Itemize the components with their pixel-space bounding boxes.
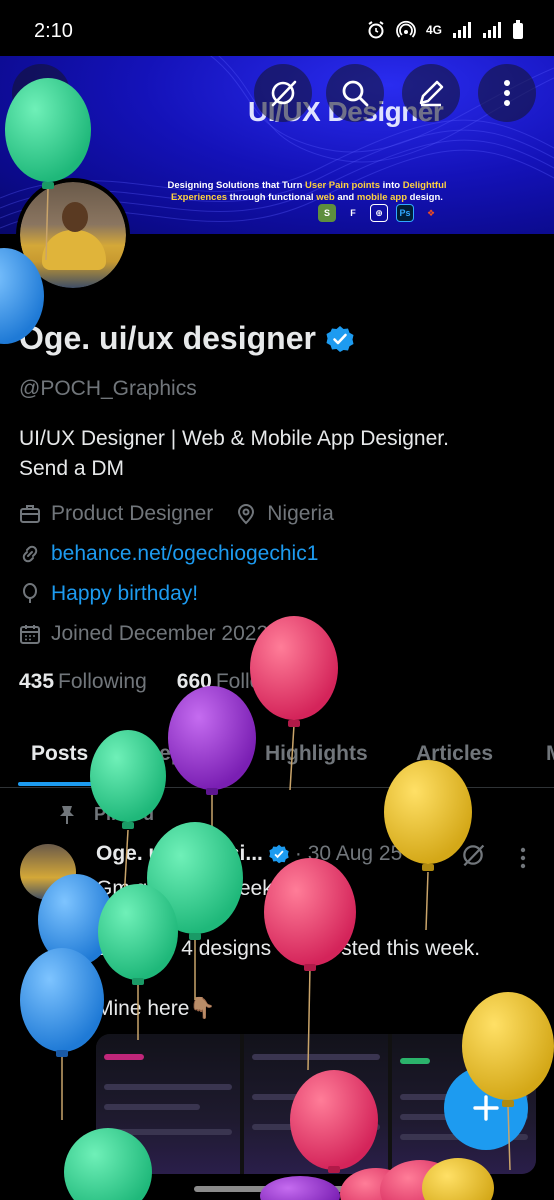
post-date: · 30 Aug 25 [294,842,403,865]
balloon-icon [23,583,37,603]
calendar-icon [20,625,40,644]
back-arrow-icon [29,83,53,103]
search-icon [342,80,369,107]
follow-counts: 435 Following 660 Followers [19,670,306,694]
edit-button[interactable] [402,64,460,122]
chevron-right-icon[interactable]: › [282,622,289,646]
birthday-link[interactable]: Happy birthday! [51,582,198,606]
banner-tools: S F ⊕ Ps ❖ [318,204,440,222]
status-time: 2:10 [34,20,73,42]
framer-logo: F [350,208,356,218]
post-text: Gm guys, It's weekend. Lets see 4 design… [96,877,481,1020]
profile-meta-row-3: Happy birthday! [19,582,198,606]
profile-joined: Joined December 2022 [51,622,269,645]
home-indicator[interactable] [194,1186,360,1192]
network-label: 4G [425,23,442,37]
post-image-2[interactable] [244,1034,388,1174]
profile-avatar[interactable] [16,178,130,292]
location-pin-icon [238,504,255,525]
pinned-label: Pinned [58,804,154,825]
edit-icon [419,80,444,107]
profile-category: Product Designer [51,502,214,525]
profile-name: Oge. ui/ux designer [19,320,354,357]
fig-logo: ⊕ [370,204,388,222]
photoshop-logo: Ps [396,204,414,222]
hotspot-icon [396,20,416,38]
followers-link[interactable]: 660 Followers [177,670,306,694]
profile-tabs: Posts Replies Highlights Articles M [0,720,554,788]
balloon-icon [20,948,104,1120]
pin-icon [60,805,74,824]
signal-icon-2 [483,22,501,38]
search-button[interactable] [326,64,384,122]
briefcase-icon [20,505,40,523]
post-header: Oge. ui/ux desi... · 30 Aug 25 [96,842,402,866]
tab-overflow[interactable]: M [546,742,554,766]
profile-location: Nigeria [267,502,334,525]
status-icons: 4G [366,20,524,40]
post-author-avatar[interactable] [20,844,76,900]
verified-badge-icon [269,844,289,864]
battery-icon [513,20,523,39]
banner-subtitle: Designing Solutions that Turn User Pain … [167,180,447,203]
profile-meta-row-1: Product Designer Nigeria [19,502,334,526]
more-button[interactable] [478,64,536,122]
plus-icon [473,1095,499,1121]
shopify-logo: S [318,204,336,222]
profile-website-link[interactable]: behance.net/ogechiogechic1 [51,542,318,566]
tab-posts[interactable]: Posts [31,742,88,766]
following-link[interactable]: 435 Following [19,670,147,694]
compose-button[interactable] [444,1066,528,1150]
profile-bio: UI/UX Designer | Web & Mobile App Design… [19,427,449,480]
tab-highlights[interactable]: Highlights [265,742,368,766]
status-bar: 2:10 4G [0,0,554,56]
tab-articles[interactable]: Articles [416,742,493,766]
alarm-icon [368,21,384,39]
profile-handle: @POCH_Graphics [19,377,197,400]
profile-meta-row-4: Joined December 2022 › [19,622,289,646]
more-vertical-icon [504,80,510,106]
active-tab-indicator [18,782,106,786]
signal-icon [453,22,471,38]
grok-icon[interactable] [460,842,486,868]
post-more-icon[interactable] [518,846,528,870]
link-icon [22,545,38,563]
post-author-name[interactable]: Oge. ui/ux desi... [96,842,263,866]
grok-icon [271,80,297,107]
post-image-1[interactable] [96,1034,240,1174]
verified-badge-icon[interactable] [326,325,354,353]
profile-meta-row-2: behance.net/ogechiogechic1 [19,542,318,566]
back-button[interactable] [12,64,70,122]
grok-button[interactable] [254,64,312,122]
figma-logo: ❖ [426,207,436,218]
tab-replies[interactable]: Replies [144,742,219,766]
